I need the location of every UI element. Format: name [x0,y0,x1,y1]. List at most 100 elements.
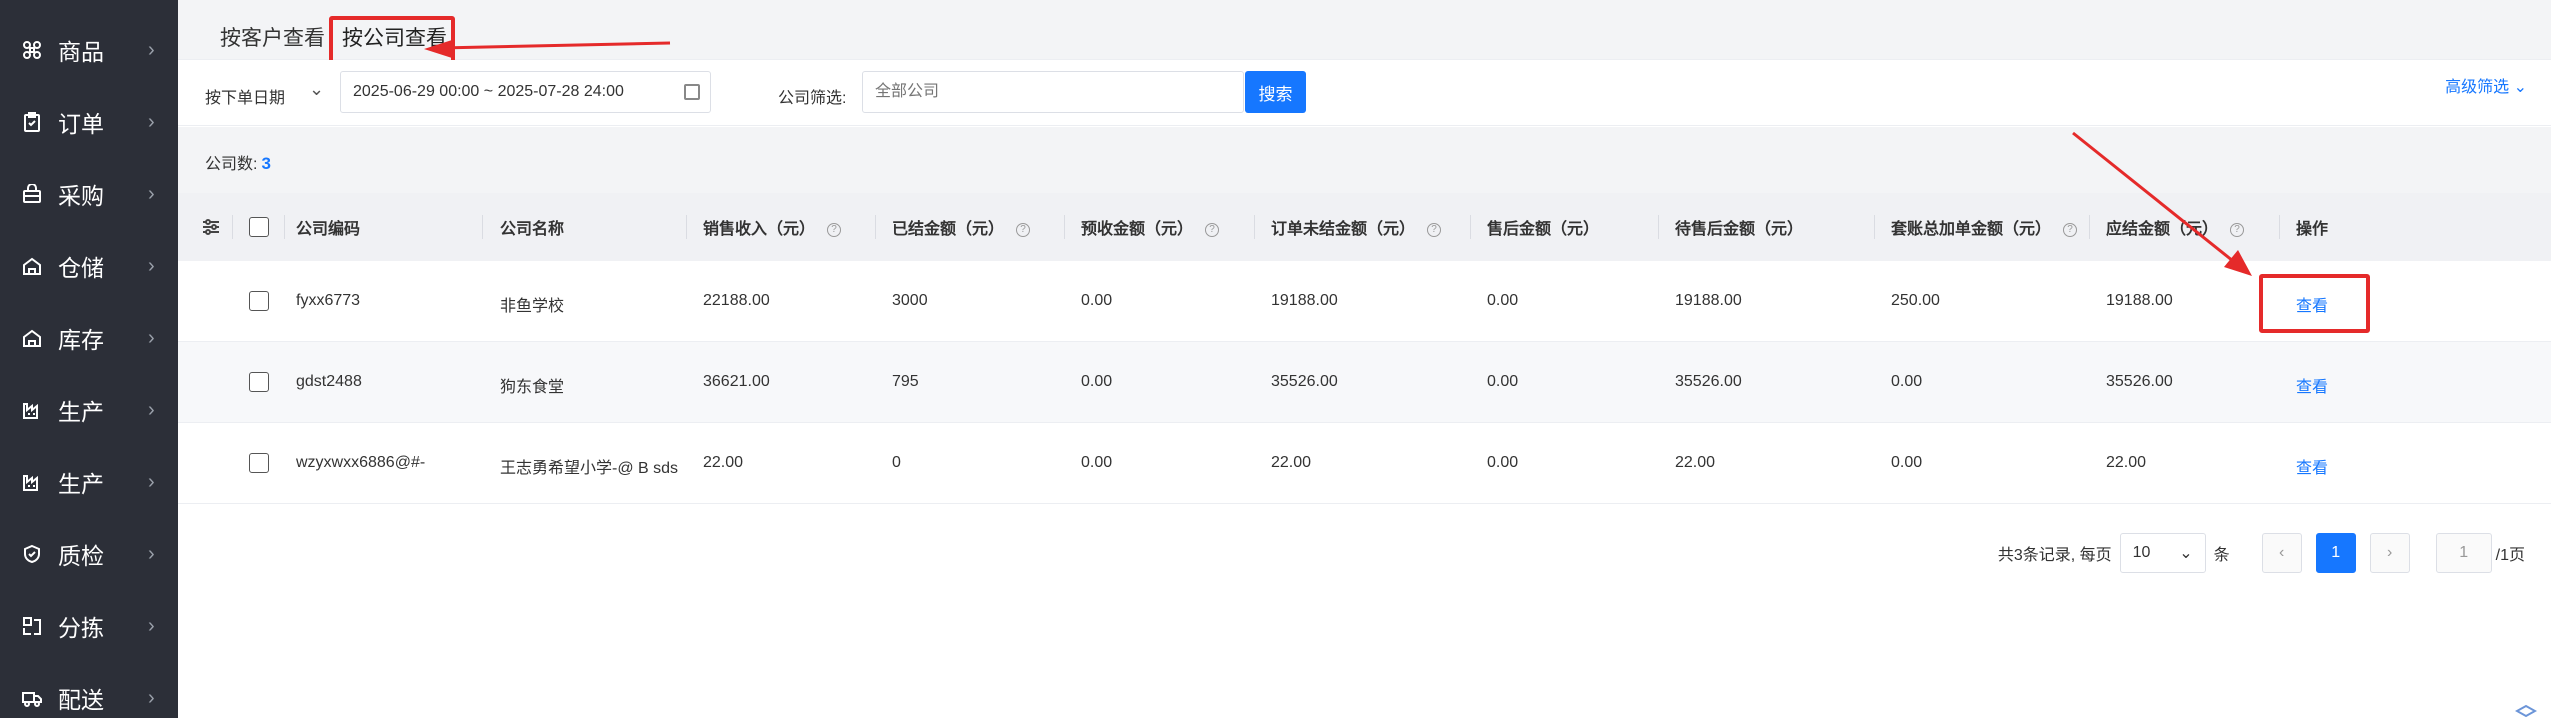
table-header: 公司编码 公司名称 销售收入（元）? 已结金额（元）? 预收金额（元）? 订单未… [178,193,2551,261]
command-icon [22,40,42,60]
total-pages: /1页 [2495,547,2525,564]
sidebar-item-label: 商品 [58,39,104,65]
chevron-right-icon: › [148,398,155,421]
column-divider [482,215,483,239]
cell-after-sales: 0.00 [1487,292,1519,309]
header-sales-label: 销售收入（元） [703,221,816,238]
cell-unsettled: 19188.00 [1271,292,1338,309]
date-type-select[interactable]: 按下单日期 [205,84,285,108]
annotation-box-view [2259,274,2370,333]
shield-icon [22,544,42,564]
layers-icon[interactable] [2514,704,2538,718]
advanced-filter-label: 高级筛选 [2445,79,2510,96]
column-settings-icon[interactable] [201,217,221,237]
table-row: fyxx6773 非鱼学校 22188.00 3000 0.00 19188.0… [178,261,2551,342]
sidebar-item-quality[interactable]: 质检 › [0,518,178,590]
header-company-code: 公司编码 [296,221,361,238]
company-filter-label: 公司筛选: [778,90,847,107]
sort-icon [22,616,42,636]
company-count: 公司数: 3 [205,150,271,174]
header-prepaid-label: 预收金额（元） [1081,221,1194,238]
sidebar-item-goods[interactable]: 商品 › [0,14,178,86]
header-settled: 已结金额（元）? [892,215,1031,239]
sidebar-item-inventory[interactable]: 库存 › [0,302,178,374]
row-checkbox[interactable] [249,291,269,311]
column-divider [686,215,687,239]
table-row: wzyxwxx6886@#- 王志勇希望小学-@ B sds 22.00 0 0… [178,423,2551,504]
page-size-unit: 条 [2213,547,2230,564]
sidebar-item-production-2[interactable]: 生产 › [0,446,178,518]
view-link[interactable]: 查看 [2296,373,2328,397]
cell-receivable: 35526.00 [2106,373,2173,390]
chevron-right-icon: › [148,182,155,205]
chevron-right-icon: › [148,254,155,277]
company-table: 公司编码 公司名称 销售收入（元）? 已结金额（元）? 预收金额（元）? 订单未… [178,193,2551,504]
row-checkbox[interactable] [249,372,269,392]
help-icon[interactable]: ? [827,222,842,237]
cell-prepaid: 0.00 [1081,454,1113,471]
column-divider [1874,215,1875,239]
sidebar-item-sorting[interactable]: 分拣 › [0,590,178,662]
row-checkbox[interactable] [249,453,269,473]
sidebar-item-orders[interactable]: 订单 › [0,86,178,158]
sidebar-item-label: 仓储 [58,255,104,281]
column-divider [284,215,285,239]
calendar-icon [684,84,700,100]
help-icon[interactable]: ? [1205,222,1220,237]
cell-company-code: gdst2488 [296,373,362,390]
cell-after-sales: 0.00 [1487,454,1519,471]
page-size-value: 10 [2132,544,2151,561]
column-divider [875,215,876,239]
chevron-right-icon: › [148,542,155,565]
help-icon[interactable]: ? [1016,222,1031,237]
header-operation: 操作 [2296,221,2329,238]
sidebar-item-production-1[interactable]: 生产 › [0,374,178,446]
header-extra-orders-label: 套账总加单金额（元） [1891,221,2052,238]
sidebar-item-label: 配送 [58,687,104,713]
pagination: 共3条记录, 每页 10 ⌄ 条 ‹ 1 › 1 /1页 [1998,533,2525,573]
column-divider [1254,215,1255,239]
cell-receivable: 19188.00 [2106,292,2173,309]
prev-page-button[interactable]: ‹ [2261,533,2302,573]
sidebar: 商品 › 订单 › 采购 › 仓储 › 库存 › 生产 › 生产 › 质检 › … [0,0,178,718]
cell-settled: 3000 [892,292,928,309]
next-page-button[interactable]: › [2369,533,2410,573]
company-count-value: 3 [261,154,271,173]
view-tabs: 按客户查看 按公司查看 [178,0,2551,69]
cell-prepaid: 0.00 [1081,292,1113,309]
chevron-right-icon: › [148,686,155,709]
date-range-picker[interactable]: 2025-06-29 00:00 ~ 2025-07-28 24:00 [340,71,711,113]
sidebar-item-label: 质检 [58,543,104,569]
table-row: gdst2488 狗东食堂 36621.00 795 0.00 35526.00… [178,342,2551,423]
tab-by-customer[interactable]: 按客户查看 [220,22,325,52]
chevron-right-icon: › [148,38,155,61]
view-link[interactable]: 查看 [2296,454,2328,478]
sidebar-item-label: 库存 [58,327,104,353]
company-filter-input[interactable] [862,71,1244,113]
date-range-value: 2025-06-29 00:00 ~ 2025-07-28 24:00 [353,83,624,100]
header-unsettled: 订单未结金额（元）? [1271,215,1442,239]
help-icon[interactable]: ? [2230,222,2245,237]
chevron-down-icon[interactable]: ⌄ [309,79,324,100]
sidebar-item-label: 采购 [58,183,104,209]
advanced-filter-toggle[interactable]: 高级筛选 ⌄ [2445,73,2527,97]
header-prepaid: 预收金额（元）? [1081,215,1220,239]
sidebar-item-delivery[interactable]: 配送 › [0,662,178,718]
page-size-select[interactable]: 10 ⌄ [2119,533,2206,573]
page-button-current[interactable]: 1 [2315,533,2356,573]
header-unsettled-label: 订单未结金额（元） [1271,221,1416,238]
cell-receivable: 22.00 [2106,454,2147,471]
help-icon[interactable]: ? [1427,222,1442,237]
cell-sales: 36621.00 [703,373,770,390]
page-jump-input[interactable]: 1 [2435,533,2492,573]
clipboard-icon [22,112,42,132]
select-all-checkbox[interactable] [249,217,269,237]
help-icon[interactable]: ? [2063,222,2078,237]
sidebar-item-purchase[interactable]: 采购 › [0,158,178,230]
cell-pending-after-sales: 35526.00 [1675,373,1742,390]
cell-after-sales: 0.00 [1487,373,1519,390]
search-button[interactable]: 搜索 [1245,71,1306,113]
sidebar-item-warehouse[interactable]: 仓储 › [0,230,178,302]
cell-extra-orders: 250.00 [1891,292,1940,309]
filter-bar: 按下单日期 ⌄ 2025-06-29 00:00 ~ 2025-07-28 24… [178,60,2551,126]
